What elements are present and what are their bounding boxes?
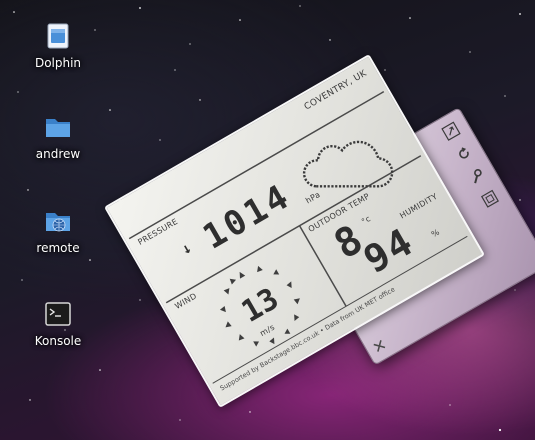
desktop-icon-remote[interactable]: remote — [23, 207, 93, 255]
desktop-icon-label: Konsole — [34, 334, 82, 348]
desktop-icon-andrew[interactable]: andrew — [23, 113, 93, 161]
desktop-icon-konsole[interactable]: Konsole — [23, 300, 93, 348]
dolphin-app-icon — [47, 23, 69, 49]
terminal-icon — [45, 302, 71, 326]
close-applet-button[interactable]: ✕ — [369, 335, 390, 358]
cloud-icon — [302, 140, 394, 188]
desktop-icon-label: remote — [36, 241, 80, 255]
network-folder-icon — [46, 213, 70, 232]
resize-icon[interactable] — [440, 120, 462, 142]
desktop-icon-dolphin[interactable]: Dolphin — [23, 22, 93, 70]
configure-wrench-icon[interactable] — [466, 165, 488, 187]
rotate-icon[interactable] — [453, 143, 475, 165]
desktop-icon-label: Dolphin — [34, 56, 82, 70]
desktop-icon-label: andrew — [35, 147, 81, 161]
maximize-icon[interactable] — [479, 188, 501, 210]
folder-icon — [46, 119, 70, 137]
